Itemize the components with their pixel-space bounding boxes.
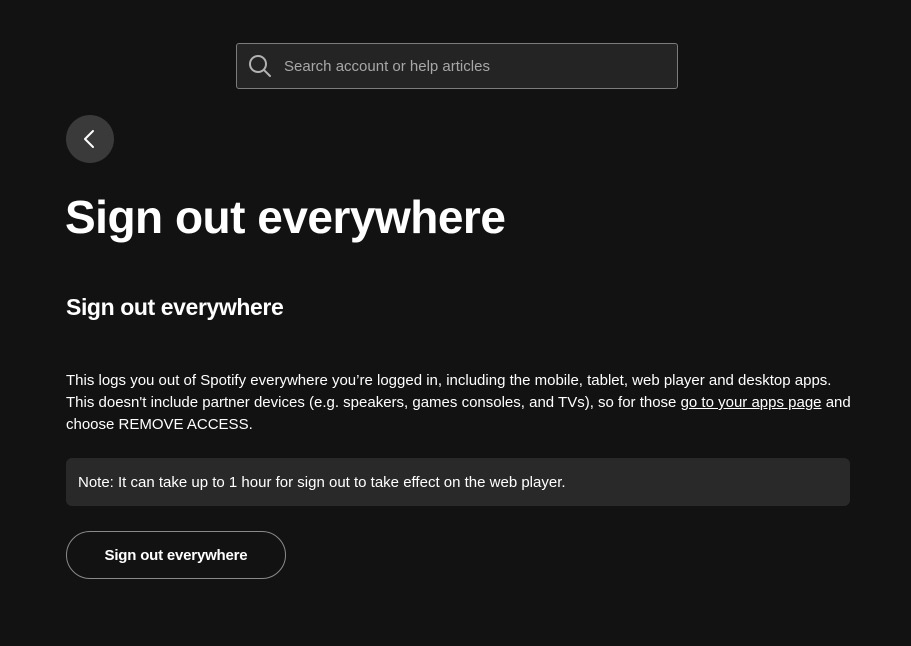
note-box: Note: It can take up to 1 hour for sign … — [66, 458, 850, 506]
search-bar[interactable] — [236, 43, 678, 89]
description-text: This logs you out of Spotify everywhere … — [66, 370, 856, 436]
search-icon — [248, 54, 272, 78]
search-input[interactable] — [284, 44, 677, 88]
section-title: Sign out everywhere — [66, 294, 284, 320]
account-help-page: Sign out everywhere Sign out everywhere … — [0, 0, 911, 646]
back-button[interactable] — [66, 115, 114, 163]
chevron-left-icon — [80, 129, 100, 149]
page-title: Sign out everywhere — [65, 191, 506, 243]
sign-out-everywhere-button[interactable]: Sign out everywhere — [66, 531, 286, 579]
apps-page-link[interactable]: go to your apps page — [681, 394, 822, 411]
note-text: Note: It can take up to 1 hour for sign … — [78, 473, 566, 491]
